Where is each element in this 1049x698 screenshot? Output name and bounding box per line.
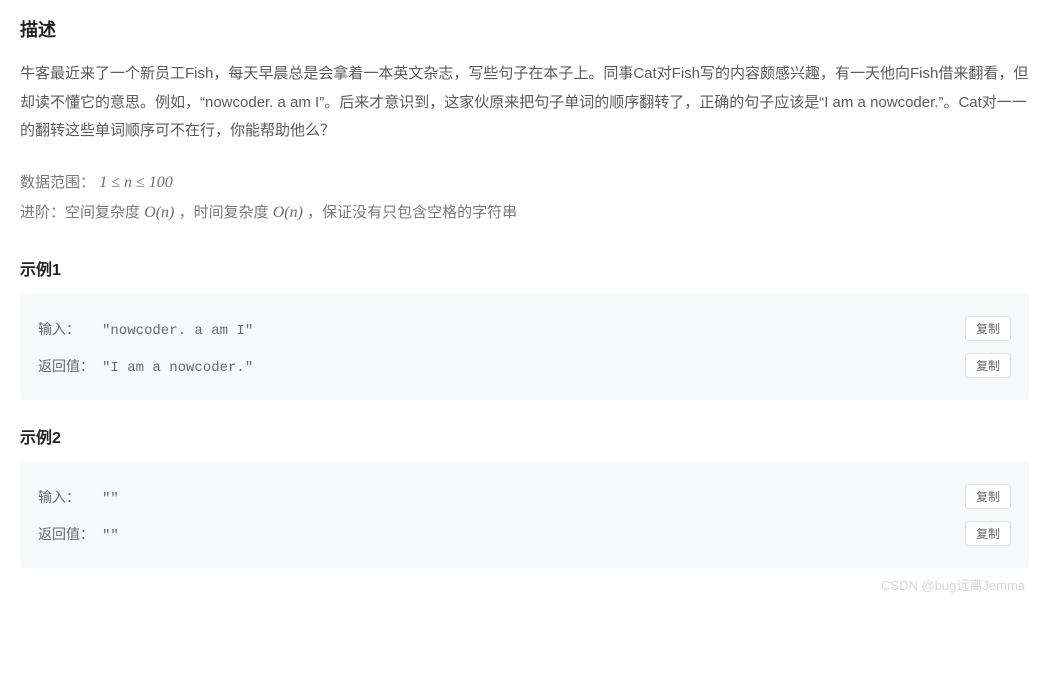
advance-line: 进阶：空间复杂度 O(n) ，时间复杂度 O(n) ，保证没有只包含空格的字符串: [20, 198, 1029, 228]
description-title: 描述: [20, 16, 1029, 42]
advance-math-2: O(n): [273, 204, 303, 221]
example2-input-row: 输入： "" 复制: [38, 478, 1011, 515]
example1-input-label: 输入：: [38, 319, 94, 339]
copy-button[interactable]: 复制: [965, 316, 1011, 341]
example2-output-row: 返回值： "" 复制: [38, 515, 1011, 552]
watermark: CSDN @bug远离Jemma: [881, 575, 1025, 594]
example2-title: 示例2: [20, 424, 1029, 448]
copy-button[interactable]: 复制: [965, 353, 1011, 378]
example1-output-label: 返回值：: [38, 356, 94, 376]
example1-output-value: "I am a nowcoder.": [102, 360, 253, 376]
example1-block: 输入： "nowcoder. a am I" 复制 返回值： "I am a n…: [20, 294, 1029, 400]
example1-title: 示例1: [20, 256, 1029, 280]
advance-math-1: O(n): [144, 204, 174, 221]
data-range-line: 数据范围： 1 ≤ n ≤ 100: [20, 168, 1029, 198]
example2-output-value: "": [102, 528, 119, 544]
constraints-block: 数据范围： 1 ≤ n ≤ 100 进阶：空间复杂度 O(n) ，时间复杂度 O…: [20, 168, 1029, 229]
copy-button[interactable]: 复制: [965, 484, 1011, 509]
advance-prefix: 进阶：空间复杂度: [20, 204, 144, 221]
advance-suffix: ，保证没有只包含空格的字符串: [307, 204, 517, 221]
range-prefix: 数据范围：: [20, 174, 95, 191]
example1-input-row: 输入： "nowcoder. a am I" 复制: [38, 310, 1011, 347]
advance-sep: ，时间复杂度: [179, 204, 273, 221]
example2-block: 输入： "" 复制 返回值： "" 复制: [20, 462, 1029, 568]
example2-input-value: "": [102, 491, 119, 507]
example2-output-label: 返回值：: [38, 524, 94, 544]
copy-button[interactable]: 复制: [965, 521, 1011, 546]
example1-output-row: 返回值： "I am a nowcoder." 复制: [38, 347, 1011, 384]
description-body: 牛客最近来了一个新员工Fish，每天早晨总是会拿着一本英文杂志，写些句子在本子上…: [20, 60, 1029, 146]
example2-input-label: 输入：: [38, 487, 94, 507]
range-math: 1 ≤ n ≤ 100: [99, 174, 173, 191]
example1-input-value: "nowcoder. a am I": [102, 323, 253, 339]
